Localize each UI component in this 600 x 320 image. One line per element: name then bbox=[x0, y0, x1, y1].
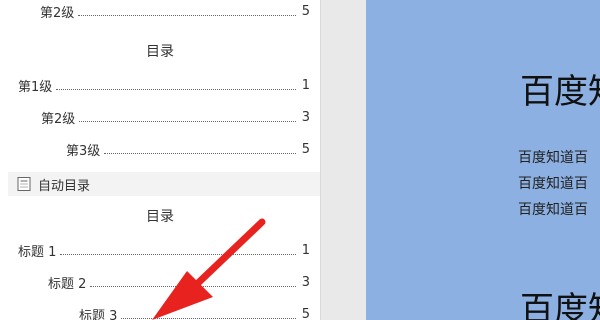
toc-entry-page: 3 bbox=[301, 274, 310, 290]
dot-leader bbox=[79, 120, 296, 122]
toc-entry-page: 5 bbox=[301, 3, 310, 19]
dot-leader bbox=[78, 14, 296, 16]
document-paragraph-line[interactable]: 百度知道百 bbox=[518, 145, 588, 171]
toc-entry-label: 第1级 bbox=[18, 79, 53, 95]
toc-entry-level2: 第2级 3 bbox=[41, 107, 310, 127]
document-page[interactable]: 百度知 百度知道百 百度知道百 百度知道百 百度知 bbox=[366, 0, 600, 320]
toc-gallery-panel: 第2级 5 目录 第1级 1 第2级 3 第3级 5 自动目录 目录 标题 1 … bbox=[0, 0, 320, 320]
toc-heading: 目录 bbox=[146, 44, 174, 60]
toc-heading: 目录 bbox=[146, 209, 174, 225]
document-paragraph-line[interactable]: 百度知道百 bbox=[518, 171, 588, 197]
toc-entry-level1: 第1级 1 bbox=[18, 75, 310, 95]
toc-entry-page: 5 bbox=[301, 306, 310, 320]
toc-entry-label: 第2级 bbox=[41, 111, 76, 127]
dot-leader bbox=[104, 152, 296, 154]
dot-leader bbox=[90, 285, 296, 287]
toc-entry-level3: 第3级 5 bbox=[66, 139, 310, 159]
toc-entry-heading2: 标题 2 3 bbox=[48, 272, 310, 292]
toc-entry-label: 标题 3 bbox=[79, 308, 118, 320]
section-title: 自动目录 bbox=[38, 178, 91, 194]
toc-entry-page: 1 bbox=[301, 242, 310, 258]
toc-entry-partial-level2[interactable]: 第2级 5 bbox=[40, 1, 310, 21]
toc-entry-label: 第2级 bbox=[40, 5, 75, 21]
dot-leader bbox=[56, 88, 296, 90]
dot-leader bbox=[60, 253, 296, 255]
dot-leader bbox=[121, 317, 296, 319]
toc-entry-label: 标题 2 bbox=[48, 276, 87, 292]
toc-entry-label: 标题 1 bbox=[18, 244, 57, 260]
toc-entry-heading1: 标题 1 1 bbox=[18, 240, 310, 260]
toc-document-icon bbox=[17, 177, 31, 191]
document-paragraph-line[interactable]: 百度知道百 bbox=[518, 197, 588, 223]
toc-entry-page: 3 bbox=[301, 109, 310, 125]
toc-entry-label: 第3级 bbox=[66, 143, 101, 159]
document-heading-2[interactable]: 百度知 bbox=[520, 282, 600, 320]
toc-entry-page: 1 bbox=[301, 77, 310, 93]
toc-entry-page: 5 bbox=[301, 141, 310, 157]
auto-toc-section-header: 自动目录 bbox=[8, 172, 320, 196]
document-heading-1[interactable]: 百度知 bbox=[520, 64, 600, 113]
editor-gutter bbox=[321, 0, 366, 320]
toc-entry-heading3: 标题 3 5 bbox=[79, 304, 310, 320]
